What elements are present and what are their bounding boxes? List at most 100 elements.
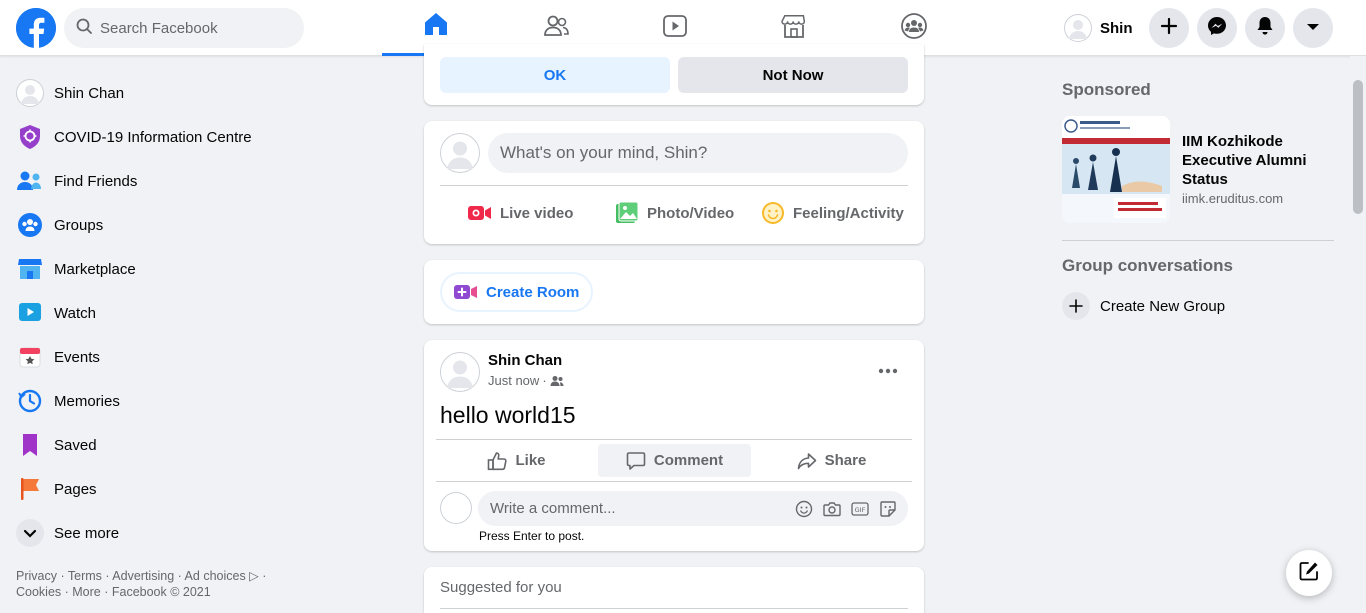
sidebar-item-label: Events [54, 348, 100, 366]
suggested-title: Suggested for you [440, 579, 562, 596]
avatar [1064, 14, 1092, 42]
marketplace-icon [780, 13, 807, 44]
scrollbar-thumb[interactable] [1353, 80, 1363, 214]
scrollbar[interactable] [1350, 56, 1366, 613]
comment-input[interactable]: Write a comment... GIF [478, 491, 908, 526]
chevron-down-icon [16, 519, 44, 547]
sidebar-item-marketplace[interactable]: Marketplace [8, 247, 308, 291]
comment-icon [626, 451, 646, 470]
post-time[interactable]: Just now [488, 373, 539, 388]
like-button[interactable]: Like [440, 444, 593, 477]
facebook-logo-icon[interactable] [16, 8, 56, 48]
feeling-activity-label: Feeling/Activity [793, 204, 904, 222]
create-room-label: Create Room [486, 283, 580, 301]
memories-icon [16, 387, 44, 415]
svg-text:GIF: GIF [855, 506, 866, 514]
sidebar-item-label: Groups [54, 216, 104, 234]
divider [440, 185, 908, 186]
profile-avatar [16, 79, 44, 107]
live-video-icon [468, 204, 492, 222]
avatar[interactable] [440, 352, 480, 392]
live-video-button[interactable]: Live video [468, 197, 573, 229]
pages-icon [16, 475, 44, 503]
video-plus-icon [454, 284, 478, 300]
sidebar-item-events[interactable]: Events [8, 335, 308, 379]
watch-icon [662, 14, 688, 43]
sidebar-item-see-more[interactable]: See more [8, 511, 308, 555]
avatar [440, 492, 472, 524]
marketplace-icon [16, 255, 44, 283]
compose-icon [1298, 560, 1320, 587]
divider [440, 608, 908, 609]
photo-video-button[interactable]: Photo/Video [615, 197, 734, 229]
plus-icon [1160, 17, 1178, 40]
camera-icon[interactable] [818, 495, 846, 523]
events-icon [16, 343, 44, 371]
search-input[interactable] [100, 19, 280, 37]
sidebar-item-groups[interactable]: Groups [8, 203, 308, 247]
sticker-icon[interactable] [874, 495, 902, 523]
suggested-card: Suggested for you [424, 567, 924, 613]
post-card: Shin Chan Just now · hello world15 Like … [424, 340, 924, 551]
not-now-button[interactable]: Not Now [678, 57, 908, 93]
sidebar-item-watch[interactable]: Watch [8, 291, 308, 335]
composer-card: What's on your mind, Shin? Live video Ph… [424, 121, 924, 244]
group-conversations-title: Group conversations [1062, 256, 1233, 275]
feeling-activity-button[interactable]: Feeling/Activity [761, 197, 904, 229]
home-icon [423, 11, 449, 42]
share-button[interactable]: Share [755, 444, 908, 477]
sidebar-item-covid[interactable]: COVID-19 Information Centre [8, 115, 308, 159]
watch-icon [16, 299, 44, 327]
composer-input[interactable]: What's on your mind, Shin? [488, 133, 908, 173]
ad-image[interactable] [1062, 116, 1170, 223]
account-menu-button[interactable] [1293, 8, 1333, 48]
create-room-button[interactable]: Create Room [440, 272, 594, 312]
sidebar-item-label: Find Friends [54, 172, 138, 190]
plus-icon [1062, 292, 1090, 320]
groups-icon [16, 211, 44, 239]
ok-button[interactable]: OK [440, 57, 670, 93]
avatar[interactable] [440, 133, 480, 173]
post-author[interactable]: Shin Chan [488, 352, 562, 369]
comment-label: Comment [653, 452, 724, 469]
emoji-icon[interactable] [790, 495, 818, 523]
gif-icon[interactable]: GIF [846, 495, 874, 523]
notifications-button[interactable] [1245, 8, 1285, 48]
sidebar-item-pages[interactable]: Pages [8, 467, 308, 511]
comment-button[interactable]: Comment [598, 444, 751, 477]
sidebar-item-memories[interactable]: Memories [8, 379, 308, 423]
rooms-card: Create Room [424, 260, 924, 324]
search-icon [76, 18, 92, 39]
post-meta: Just now · [488, 373, 564, 388]
covid-shield-icon [16, 123, 44, 151]
prompt-card: OK Not Now [424, 44, 924, 105]
ad-url[interactable]: iimk.eruditus.com [1182, 191, 1283, 206]
ad-title[interactable]: IIM Kozhikode Executive Alumni Status [1182, 132, 1332, 189]
audience-friends-icon[interactable] [550, 375, 564, 387]
footer-line[interactable]: Cookies · More · Facebook © 2021 [16, 584, 286, 600]
photo-video-label: Photo/Video [647, 204, 735, 222]
sidebar-item-label: Marketplace [54, 260, 136, 278]
groups-icon [900, 12, 928, 45]
footer-links[interactable]: Privacy · Terms · Advertising · Ad choic… [16, 568, 286, 600]
create-button[interactable] [1149, 8, 1189, 48]
left-sidebar: Shin Chan COVID-19 Information Centre Fi… [8, 71, 308, 555]
like-label: Like [515, 452, 546, 469]
sidebar-item-profile[interactable]: Shin Chan [8, 71, 308, 115]
sidebar-item-saved[interactable]: Saved [8, 423, 308, 467]
saved-icon [16, 431, 44, 459]
post-options-button[interactable] [870, 356, 906, 384]
friends-icon [16, 167, 44, 195]
post-text: hello world15 [440, 402, 576, 428]
footer-line[interactable]: Privacy · Terms · Advertising · Ad choic… [16, 568, 286, 584]
new-message-button[interactable] [1286, 550, 1332, 596]
divider [436, 481, 912, 482]
sidebar-item-find-friends[interactable]: Find Friends [8, 159, 308, 203]
profile-shortcut[interactable]: Shin [1062, 10, 1141, 46]
sponsored-title: Sponsored [1062, 80, 1151, 99]
press-enter-hint: Press Enter to post. [479, 529, 585, 543]
create-new-group-button[interactable]: Create New Group [1062, 292, 1225, 320]
sidebar-item-label: See more [54, 524, 120, 542]
search-box[interactable] [64, 8, 304, 48]
messenger-button[interactable] [1197, 8, 1237, 48]
